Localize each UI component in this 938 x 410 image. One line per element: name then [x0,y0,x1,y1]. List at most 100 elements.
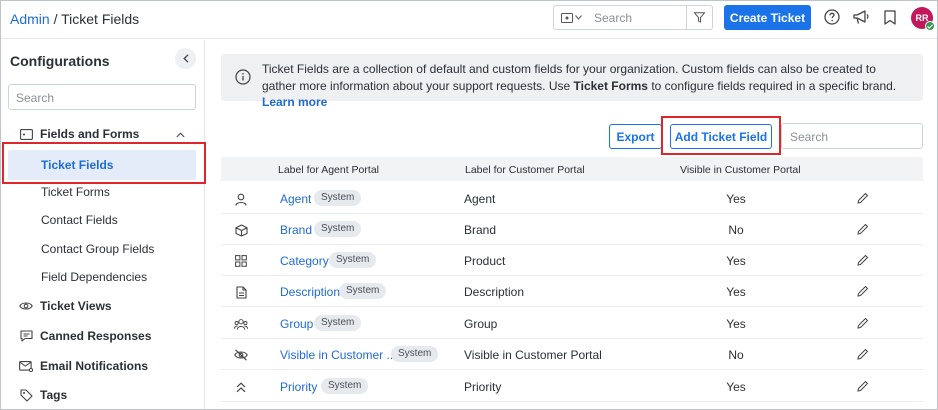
help-button[interactable] [823,8,841,26]
sidebar-item-label: Contact Group Fields [41,242,155,256]
add-ticket-field-button[interactable]: Add Ticket Field [670,124,772,149]
sidebar-item-label: Email Notifications [40,359,149,373]
table-row[interactable]: Visible in Customer ... System Visible i… [221,339,923,370]
info-text-part: to configure fields required in a specif… [647,78,897,93]
visible-value: No [728,223,744,237]
document-icon [234,285,248,299]
sidebar-item-label: Contact Fields [41,213,118,227]
cube-icon [234,223,248,237]
chat-icon [19,329,33,343]
breadcrumb-admin-link[interactable]: Admin [10,11,50,27]
sidebar-item-label: Tags [40,388,68,402]
field-label-link[interactable]: Agent [280,192,311,206]
search-type-dropdown[interactable] [554,6,588,29]
system-badge: System [314,190,362,206]
group-icon [234,317,248,331]
global-search: Search [553,5,713,30]
info-icon [235,69,251,88]
system-badge: System [314,221,362,237]
edit-pencil-icon[interactable] [857,223,869,235]
column-header-customer-label: Label for Customer Portal [465,164,585,176]
field-label-link[interactable]: Visible in Customer ... [280,348,397,362]
edit-pencil-icon[interactable] [857,285,869,297]
edit-pencil-icon[interactable] [857,380,869,392]
customer-label: Description [464,285,525,299]
sidebar-item-field-dependencies[interactable]: Field Dependencies [1,263,205,291]
info-bold-text: Ticket Forms [573,78,648,93]
table-row[interactable]: Priority System Priority Yes [221,371,923,402]
sidebar-item-tags[interactable]: Tags [1,381,205,409]
sidebar-item-label: Ticket Views [40,299,112,313]
chevron-left-icon [182,54,188,63]
table-row[interactable]: Brand System Brand No [221,214,923,245]
system-badge: System [391,346,439,362]
edit-pencil-icon[interactable] [857,317,869,329]
sidebar-item-ticket-views[interactable]: Ticket Views [1,292,205,320]
sidebar-item-email-notifications[interactable]: Email Notifications [1,352,205,380]
fields-forms-icon [19,127,33,141]
announcements-button[interactable] [852,8,870,26]
system-badge: System [329,252,377,268]
customer-label: Agent [464,192,496,206]
field-label-link[interactable]: Priority [280,380,317,394]
chevron-down-icon [574,15,582,20]
help-icon [824,9,840,25]
global-search-input[interactable]: Search [588,11,686,25]
table-row[interactable]: Group System Group Yes [221,308,923,339]
sidebar-item-canned-responses[interactable]: Canned Responses [1,322,205,350]
status-check-icon [925,21,935,31]
megaphone-icon [852,9,869,24]
customer-label: Priority [464,380,502,394]
system-badge: System [321,378,369,394]
sidebar-title: Configurations [10,53,110,69]
column-header-visible: Visible in Customer Portal [680,164,801,176]
field-label-link[interactable]: Category [280,254,329,268]
table-row[interactable]: Agent System Agent Yes [221,183,923,214]
visible-value: Yes [726,317,746,331]
mail-icon [19,359,33,373]
field-label-link[interactable]: Brand [280,223,312,237]
table-row[interactable]: Description System Description Yes [221,276,923,307]
bookmark-icon [884,9,896,25]
highlight-box-ticket-fields [2,142,206,184]
create-ticket-button[interactable]: Create Ticket [724,5,811,30]
page-title: Ticket Fields [61,11,140,27]
edit-pencil-icon[interactable] [857,192,869,204]
export-button[interactable]: Export [609,124,662,149]
info-banner: Ticket Fields are a collection of defaul… [221,54,923,109]
eye-icon [19,299,33,313]
field-label-link[interactable]: Description [280,285,340,299]
visible-value: Yes [726,380,746,394]
table-row[interactable]: Category System Product Yes [221,245,923,276]
column-header-agent-label: Label for Agent Portal [278,164,379,176]
edit-pencil-icon[interactable] [857,348,869,360]
table-search-input[interactable]: Search [781,123,923,149]
customer-label: Group [464,317,498,331]
tag-icon [19,388,33,402]
visible-value: Yes [726,254,746,268]
sidebar: Configurations Search Fields and Forms T… [1,40,205,409]
learn-more-link[interactable]: Learn more [262,95,327,109]
sidebar-item-label: Field Dependencies [41,270,148,284]
chevron-up-icon [176,127,185,141]
grid-icon [234,254,248,268]
sidebar-item-contact-group-fields[interactable]: Contact Group Fields [1,235,205,263]
visible-value: No [728,348,744,362]
sidebar-search-input[interactable]: Search [8,84,196,110]
customer-label: Visible in Customer Portal [464,348,602,362]
filter-icon [694,12,705,23]
eye-off-icon [234,348,248,362]
sidebar-item-contact-fields[interactable]: Contact Fields [1,206,205,234]
system-badge: System [314,315,362,331]
sidebar-item-label: Ticket Forms [41,185,110,199]
collapse-sidebar-button[interactable] [175,48,196,69]
filter-button[interactable] [686,6,712,29]
visible-value: Yes [726,192,746,206]
field-label-link[interactable]: Group [280,317,313,331]
top-header: Admin / Ticket Fields Search Create Tick… [1,1,937,39]
bookmark-button[interactable] [881,8,899,26]
visible-value: Yes [726,285,746,299]
edit-pencil-icon[interactable] [857,254,869,266]
ticket-icon [560,12,573,23]
breadcrumb: Admin / Ticket Fields [10,11,139,27]
